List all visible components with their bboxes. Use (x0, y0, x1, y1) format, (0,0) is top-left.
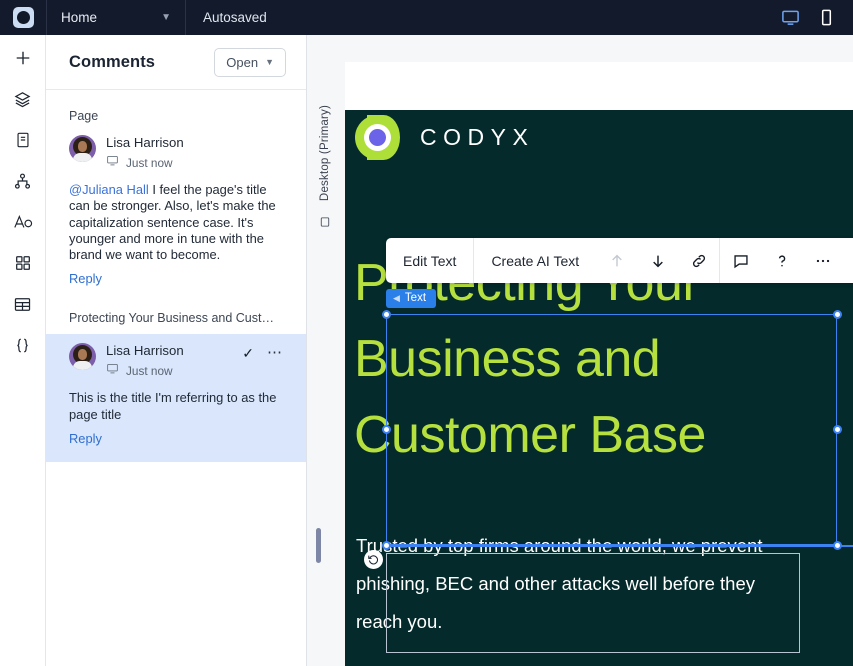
comment-section-label-heading: Protecting Your Business and Cust… (69, 311, 274, 326)
plus-icon[interactable] (11, 46, 35, 70)
comment-thread-heading[interactable]: Lisa Harrison Just now ✓ ⋯ This is the t… (46, 334, 306, 463)
comment-meta: Lisa Harrison Just now (106, 343, 184, 380)
comment-mention[interactable]: @Juliana Hall (69, 182, 149, 197)
arrow-up-icon[interactable] (596, 238, 637, 283)
view-switcher (781, 8, 853, 27)
mobile-view-icon[interactable] (817, 8, 836, 27)
autosaved-status: Autosaved (203, 10, 267, 25)
desktop-icon (106, 362, 119, 380)
more-horizontal-icon[interactable]: ⋯ (267, 345, 283, 360)
comment-timestamp: Just now (126, 156, 173, 170)
edit-text-button[interactable]: Edit Text (386, 238, 473, 283)
resize-handle-mr[interactable] (833, 425, 842, 434)
comment-author: Lisa Harrison (106, 135, 184, 150)
comment-author: Lisa Harrison (106, 343, 184, 359)
resize-handle-ml[interactable] (382, 425, 391, 434)
arrow-down-icon[interactable] (637, 238, 678, 283)
reply-button[interactable]: Reply (69, 431, 283, 446)
create-ai-text-button[interactable]: Create AI Text (474, 238, 596, 283)
comment-body: This is the title I'm referring to as th… (69, 390, 277, 422)
comments-panel-header: Comments Open ▼ (46, 35, 306, 90)
codyx-logo-icon (355, 115, 400, 160)
link-icon[interactable] (678, 238, 719, 283)
desktop-icon (106, 154, 119, 172)
home-dropdown[interactable]: Home ▼ (47, 0, 185, 35)
scrollbar-thumb[interactable] (316, 528, 321, 563)
page-icon[interactable] (11, 128, 35, 152)
code-icon[interactable] (11, 333, 35, 357)
selection-tag-text[interactable]: ◀ Text (386, 289, 437, 308)
comment-timestamp-row: Just now (106, 362, 184, 380)
brand-name: CODYX (420, 124, 535, 150)
selection-edge-line (386, 545, 853, 547)
components-icon[interactable] (11, 251, 35, 275)
layers-icon[interactable] (11, 87, 35, 111)
app-root: Home ▼ Autosaved Comments Open ▼ Page Li… (0, 0, 853, 666)
comment-meta: Lisa Harrison Just now (106, 135, 184, 172)
text-floating-toolbar: Edit Text Create AI Text (386, 238, 853, 283)
table-icon[interactable] (11, 292, 35, 316)
more-horizontal-icon[interactable] (802, 238, 843, 283)
check-icon[interactable]: ✓ (242, 346, 254, 360)
comment-header: Lisa Harrison Just now ✓ ⋯ (69, 343, 283, 380)
page-top-band (345, 62, 853, 110)
avatar (69, 343, 96, 371)
comments-filter-label: Open (226, 54, 259, 70)
chevron-left-icon: ◀ (393, 292, 400, 303)
top-bar: Home ▼ Autosaved (0, 0, 853, 35)
comment-timestamp: Just now (126, 364, 173, 379)
vertical-scrollbar[interactable] (307, 35, 337, 666)
desktop-view-icon[interactable] (781, 8, 800, 27)
chevron-down-icon: ▼ (161, 11, 171, 23)
comments-panel: Comments Open ▼ Page Lisa Harrison Just … (46, 35, 307, 666)
home-label: Home (61, 10, 98, 25)
comment-thread-page[interactable]: Lisa Harrison Just now @Juliana Hall I f… (46, 133, 306, 299)
revert-icon[interactable] (364, 550, 383, 569)
comment-timestamp-row: Just now (106, 154, 184, 172)
resize-handle-br[interactable] (833, 541, 842, 550)
comment-actions: ✓ ⋯ (242, 345, 283, 360)
chevron-down-icon: ▼ (265, 57, 274, 67)
canvas-area: Desktop (Primary) CODYX Protecting Your … (307, 35, 853, 666)
app-logo-dot (16, 11, 30, 24)
sitemap-icon[interactable] (11, 169, 35, 193)
resize-handle-bl[interactable] (382, 541, 391, 550)
left-rail (0, 35, 46, 666)
page-title: Comments (69, 52, 156, 71)
resize-handle-tl[interactable] (382, 310, 391, 319)
selection-tag-label: Text (404, 292, 427, 304)
typography-icon[interactable] (11, 210, 35, 234)
help-icon[interactable] (761, 238, 802, 283)
comment-icon[interactable] (720, 238, 761, 283)
avatar (69, 135, 96, 162)
reply-button[interactable]: Reply (69, 271, 283, 286)
brand-lockup: CODYX (355, 115, 534, 160)
comment-body: @Juliana Hall I feel the page's title ca… (69, 182, 283, 263)
resize-handle-tr[interactable] (833, 310, 842, 319)
comment-section-label-page: Page (69, 109, 99, 123)
comments-filter-dropdown[interactable]: Open ▼ (214, 47, 286, 77)
comment-header: Lisa Harrison Just now (69, 135, 283, 172)
app-logo-icon (12, 7, 34, 28)
app-logo-button[interactable] (0, 0, 46, 35)
